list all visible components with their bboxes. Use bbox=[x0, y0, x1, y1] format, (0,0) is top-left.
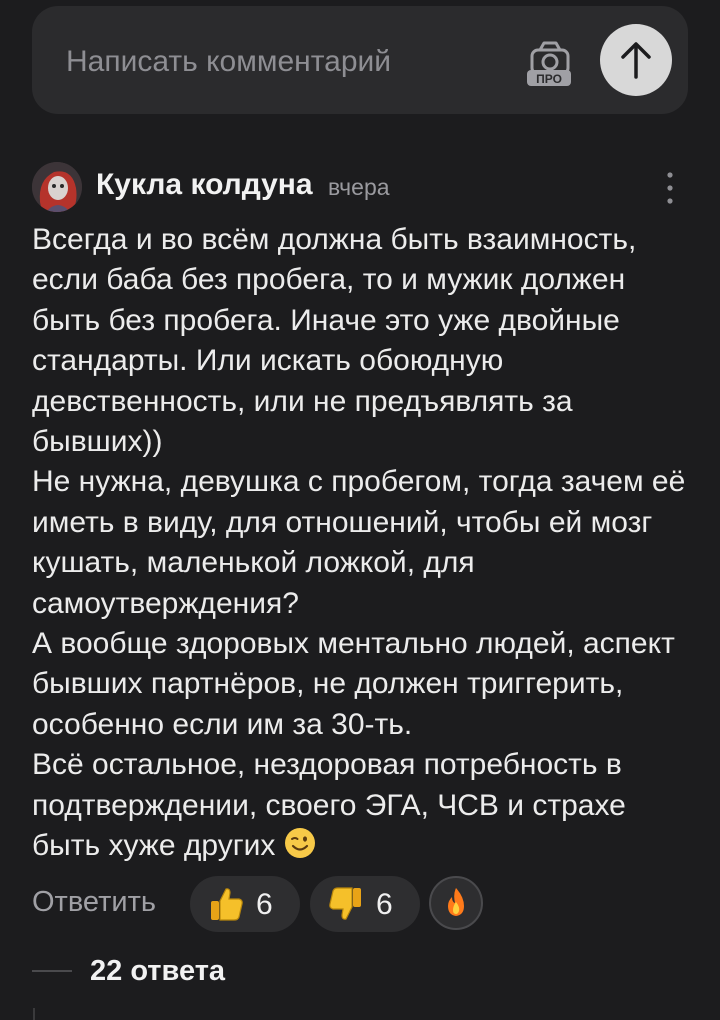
thread-line bbox=[33, 1008, 35, 1020]
like-count: 6 bbox=[256, 888, 273, 921]
dislike-count: 6 bbox=[376, 888, 393, 921]
comment-input[interactable]: Написать комментарий bbox=[66, 6, 391, 114]
comment-paragraph: Всё остальное, нездоровая потребность в … bbox=[32, 748, 626, 863]
fire-reaction-button[interactable] bbox=[429, 876, 483, 930]
more-options-button[interactable] bbox=[664, 170, 676, 206]
camera-pro-button[interactable]: ПРО bbox=[522, 36, 578, 90]
comment-paragraph-last: Всё остальное, нездоровая потребность в … bbox=[32, 745, 688, 866]
comment-paragraph: А вообще здоровых ментально людей, аспек… bbox=[32, 627, 675, 741]
comment-text: Всегда и во всём должна быть взаимность,… bbox=[32, 220, 688, 867]
camera-icon: ПРО bbox=[527, 41, 571, 86]
arrow-up-icon bbox=[621, 42, 651, 79]
replies-divider bbox=[32, 970, 72, 972]
comment-paragraph: Не нужна, девушка с пробегом, тогда заче… bbox=[32, 465, 686, 620]
avatar[interactable] bbox=[32, 162, 82, 212]
more-vertical-icon bbox=[667, 172, 673, 204]
thumbs-up-icon bbox=[211, 888, 243, 921]
comment-author[interactable]: Кукла колдуна bbox=[96, 168, 313, 202]
reply-button[interactable]: Ответить bbox=[32, 886, 156, 919]
comment-paragraph: Всегда и во всём должна быть взаимность,… bbox=[32, 223, 637, 459]
replies-toggle[interactable]: 22 ответа bbox=[90, 955, 225, 988]
like-button[interactable]: 6 bbox=[190, 876, 300, 932]
send-button[interactable] bbox=[600, 24, 672, 96]
comment-actions: Ответить 6 6 bbox=[32, 874, 688, 934]
comment-time: вчера bbox=[328, 174, 390, 200]
comment-header: Кукла колдуна вчера bbox=[32, 160, 688, 214]
thumbs-down-icon bbox=[329, 887, 361, 920]
winking-face-emoji bbox=[284, 828, 315, 859]
fire-icon bbox=[448, 888, 464, 916]
comment-composer: Написать комментарий ПРО bbox=[32, 6, 688, 114]
dislike-button[interactable]: 6 bbox=[310, 876, 420, 932]
pro-badge: ПРО bbox=[536, 72, 562, 86]
avatar-image bbox=[32, 162, 82, 212]
